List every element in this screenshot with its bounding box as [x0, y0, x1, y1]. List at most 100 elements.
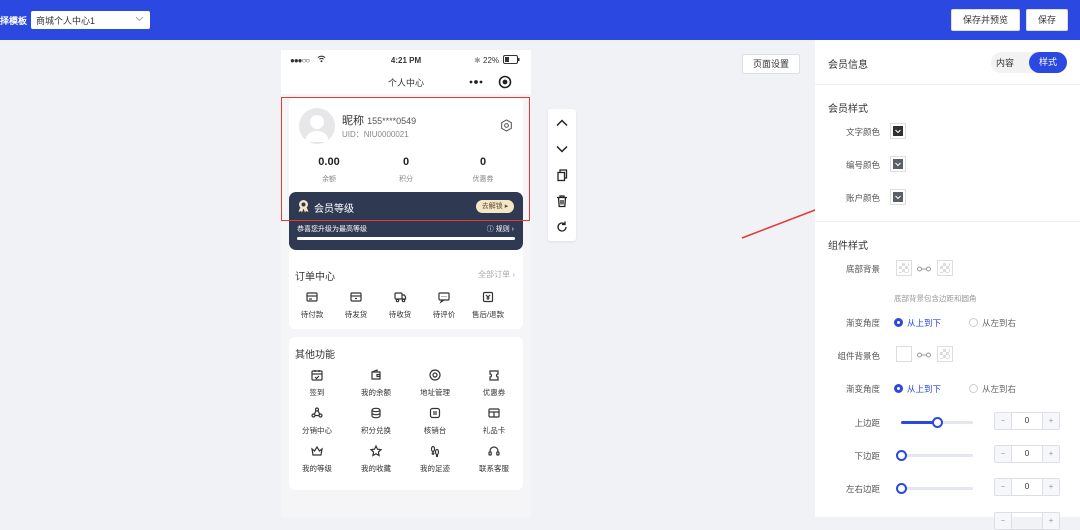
radio-top-to-bottom[interactable]: 从上到下: [894, 317, 941, 329]
grid-item-label: 优惠券: [482, 388, 506, 397]
grid-item[interactable]: 待发货: [333, 290, 379, 320]
plus-icon[interactable]: +: [1042, 446, 1059, 462]
radio-left-to-right[interactable]: 从左到右: [969, 317, 1016, 329]
transparent-swatch-icon: [940, 349, 950, 359]
plus-icon[interactable]: +: [1042, 479, 1059, 495]
bottom-bg-start-swatch[interactable]: [896, 260, 912, 276]
margin-lr-stepper[interactable]: −0 +: [994, 478, 1060, 496]
template-select-value: 商城个人中心1: [36, 16, 96, 26]
vip-progress-bar: [297, 237, 515, 240]
all-orders-link[interactable]: 全部订单 ›: [478, 269, 515, 280]
account-color-swatch[interactable]: [890, 189, 906, 205]
panel-title: 会员信息: [828, 60, 868, 71]
number-color-swatch[interactable]: [890, 156, 906, 172]
radio-label: 从上到下: [907, 384, 942, 394]
refund-icon: [482, 291, 494, 303]
grid-item-label: 我的余额: [361, 388, 391, 397]
component-style-heading: 组件样式: [828, 241, 868, 252]
grid-item-label: 售后/退款: [471, 310, 505, 319]
stepper-value[interactable]: 0: [1012, 446, 1042, 462]
grid-item-label: 待付款: [300, 310, 324, 319]
grid-item[interactable]: 积分兑换: [353, 406, 399, 436]
page-settings-button[interactable]: 页面设置: [742, 54, 800, 74]
minus-icon[interactable]: −: [995, 446, 1012, 462]
text-color-swatch[interactable]: [890, 123, 906, 139]
grid-item-label: 待评价: [432, 310, 456, 319]
grid-item[interactable]: 我的余额: [353, 368, 399, 398]
minus-icon[interactable]: −: [995, 413, 1012, 429]
account-color-label: 账户颜色: [845, 193, 880, 203]
minus-icon[interactable]: −: [995, 479, 1012, 495]
grid-item[interactable]: 核销台: [412, 406, 458, 436]
stepper-value[interactable]: 0: [1012, 479, 1042, 495]
margin-top-slider[interactable]: [901, 417, 973, 428]
grid-item[interactable]: 待付款: [289, 290, 335, 320]
grid-item[interactable]: 我的足迹: [412, 444, 458, 474]
grid-item[interactable]: 售后/退款: [465, 290, 511, 320]
slider-handle[interactable]: [932, 417, 943, 428]
star-icon: [369, 444, 383, 457]
grid-item-label: 积分兑换: [361, 426, 391, 435]
plus-icon[interactable]: +: [1042, 513, 1059, 529]
bottom-bg-label: 底部背景: [845, 264, 880, 274]
transparent-swatch-icon: [940, 263, 950, 273]
grid-item[interactable]: 签到: [294, 368, 340, 398]
radio-left-to-right-2[interactable]: 从左到右: [969, 383, 1016, 395]
tab-content[interactable]: 内容: [996, 56, 1014, 69]
minus-icon[interactable]: −: [995, 513, 1012, 529]
radio-top-to-bottom-2[interactable]: 从上到下: [894, 383, 941, 395]
component-toolbar: [548, 109, 576, 241]
more-dots-icon[interactable]: [468, 77, 484, 90]
grid-item-label: 联系客服: [479, 464, 509, 473]
nav-title: 个人中心: [387, 78, 424, 88]
component-bg-end-swatch[interactable]: [937, 346, 953, 362]
slider-handle[interactable]: [896, 483, 907, 494]
grid-item[interactable]: 联系客服: [471, 444, 517, 474]
divider: [815, 221, 1080, 222]
stepper-value[interactable]: 0: [1012, 413, 1042, 429]
grid-item-label: 我的足迹: [420, 464, 450, 473]
grid-item[interactable]: 我的等级: [294, 444, 340, 474]
trash-icon[interactable]: [555, 194, 569, 208]
vip-rules-link[interactable]: ⓘ 规则 ›: [487, 224, 514, 234]
margin-lr-slider[interactable]: [896, 483, 973, 494]
template-select[interactable]: 商城个人中心1: [31, 11, 150, 29]
truck-icon: [394, 292, 407, 303]
ticket-icon: [489, 370, 499, 381]
chevron-down-icon: [135, 13, 144, 27]
save-and-preview-button[interactable]: 保存并预览: [951, 9, 1020, 31]
margin-bottom-slider[interactable]: [896, 450, 973, 461]
extra-stepper-partial[interactable]: − +: [994, 512, 1060, 530]
grid-item[interactable]: 分销中心: [294, 406, 340, 436]
tab-style[interactable]: 样式: [1029, 52, 1067, 73]
grid-item[interactable]: 待收货: [377, 290, 423, 320]
battery-icon: [503, 55, 520, 66]
margin-bottom-stepper[interactable]: −0 +: [994, 445, 1060, 463]
grid-item[interactable]: 礼品卡: [471, 406, 517, 436]
margin-top-stepper[interactable]: −0 +: [994, 412, 1060, 430]
copy-icon[interactable]: [555, 168, 569, 182]
arrow-up-icon[interactable]: [555, 116, 569, 130]
slider-handle[interactable]: [896, 450, 907, 461]
reset-icon[interactable]: [555, 220, 569, 234]
battery-text: 22%: [483, 56, 500, 65]
save-button[interactable]: 保存: [1026, 9, 1068, 31]
component-bg-start-swatch[interactable]: [896, 346, 912, 362]
other-functions-title: 其他功能: [295, 350, 335, 361]
box-icon: [350, 292, 362, 302]
coins-icon: [371, 407, 381, 419]
grid-item[interactable]: 优惠券: [471, 368, 517, 398]
all-orders-label: 全部订单: [478, 270, 511, 279]
grid-item[interactable]: 地址管理: [412, 368, 458, 398]
member-style-heading: 会员样式: [828, 104, 868, 115]
arrow-down-icon[interactable]: [555, 142, 569, 156]
bottom-bg-end-swatch[interactable]: [937, 260, 953, 276]
footprint-icon: [430, 445, 440, 458]
bottom-bg-hint: 底部背景包含边距和圆角: [894, 294, 977, 303]
text-color-label: 文字颜色: [845, 127, 880, 137]
grid-item[interactable]: 待评价: [421, 290, 467, 320]
target-close-icon[interactable]: [498, 75, 512, 92]
plus-icon[interactable]: +: [1042, 413, 1059, 429]
grid-item[interactable]: 我的收藏: [353, 444, 399, 474]
margin-lr-label: 左右边距: [845, 484, 880, 494]
